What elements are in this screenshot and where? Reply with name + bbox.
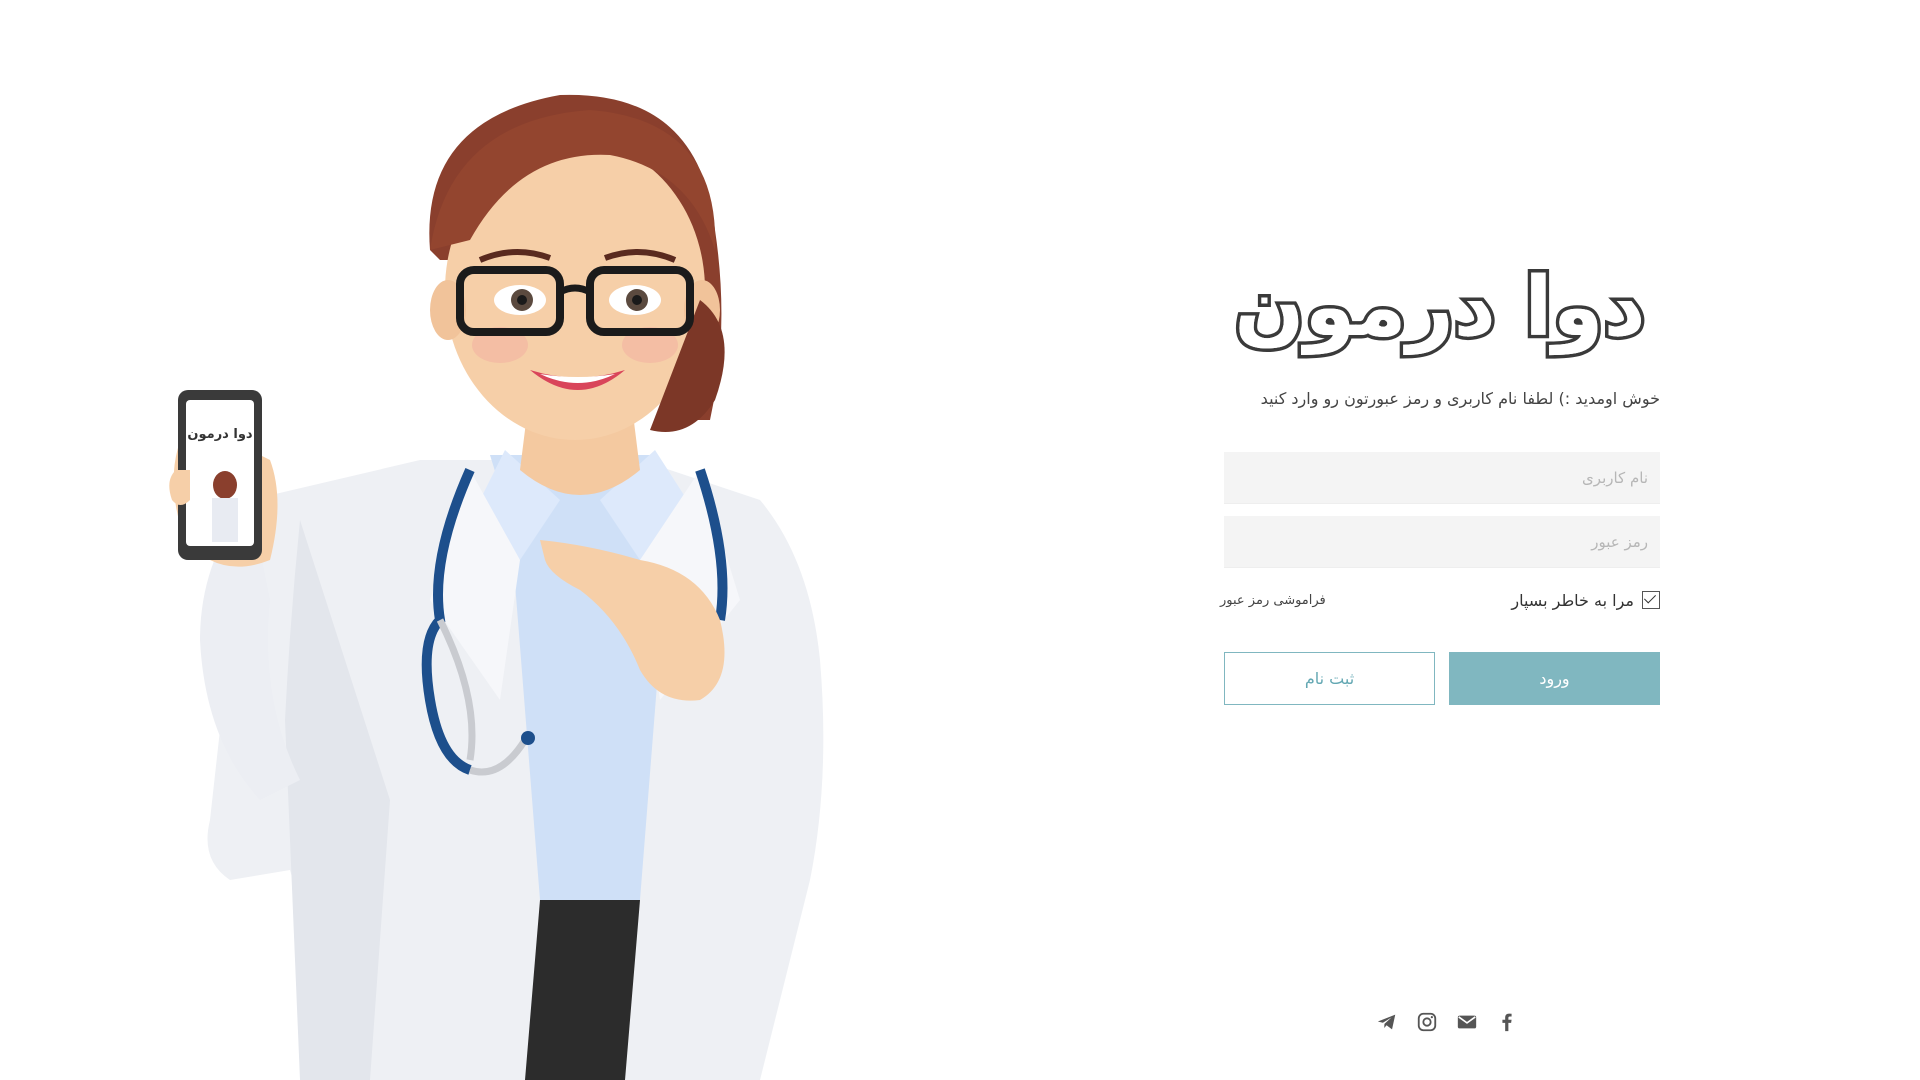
mail-icon[interactable] <box>1455 1010 1479 1034</box>
register-button[interactable]: ثبت نام <box>1224 652 1435 705</box>
login-options: مرا به خاطر بسپار فراموشی رمز عبور <box>1220 588 1660 612</box>
forgot-password-link[interactable]: فراموشی رمز عبور <box>1220 593 1326 608</box>
remember-me[interactable]: مرا به خاطر بسپار <box>1511 591 1660 610</box>
doctor-illustration: دوا درمون <box>169 94 824 1080</box>
welcome-text: خوش اومدید :) لطفا نام کاربری و رمز عبور… <box>1260 389 1660 408</box>
svg-text:دوا درمون: دوا درمون <box>1234 260 1645 356</box>
social-links <box>1375 1010 1519 1034</box>
login-fields <box>1220 452 1660 568</box>
login-panel: دوا درمون دوا درمون خوش اومدید :) لطفا ن… <box>1220 250 1660 705</box>
remember-checkbox[interactable] <box>1642 591 1660 609</box>
remember-label: مرا به خاطر بسپار <box>1511 590 1634 610</box>
action-buttons: ورود ثبت نام <box>1220 652 1660 705</box>
telegram-icon[interactable] <box>1375 1010 1399 1034</box>
instagram-icon[interactable] <box>1415 1010 1439 1034</box>
login-page: دوا درمون دوا درمون دوا درمون خوش اومدید… <box>0 0 1920 1080</box>
svg-text:دوا درمون: دوا درمون <box>187 427 253 442</box>
brand-logo: دوا درمون دوا درمون <box>1231 257 1649 360</box>
login-button[interactable]: ورود <box>1449 652 1660 705</box>
facebook-icon[interactable] <box>1495 1010 1519 1034</box>
username-input[interactable] <box>1224 452 1660 504</box>
password-input[interactable] <box>1224 516 1660 568</box>
